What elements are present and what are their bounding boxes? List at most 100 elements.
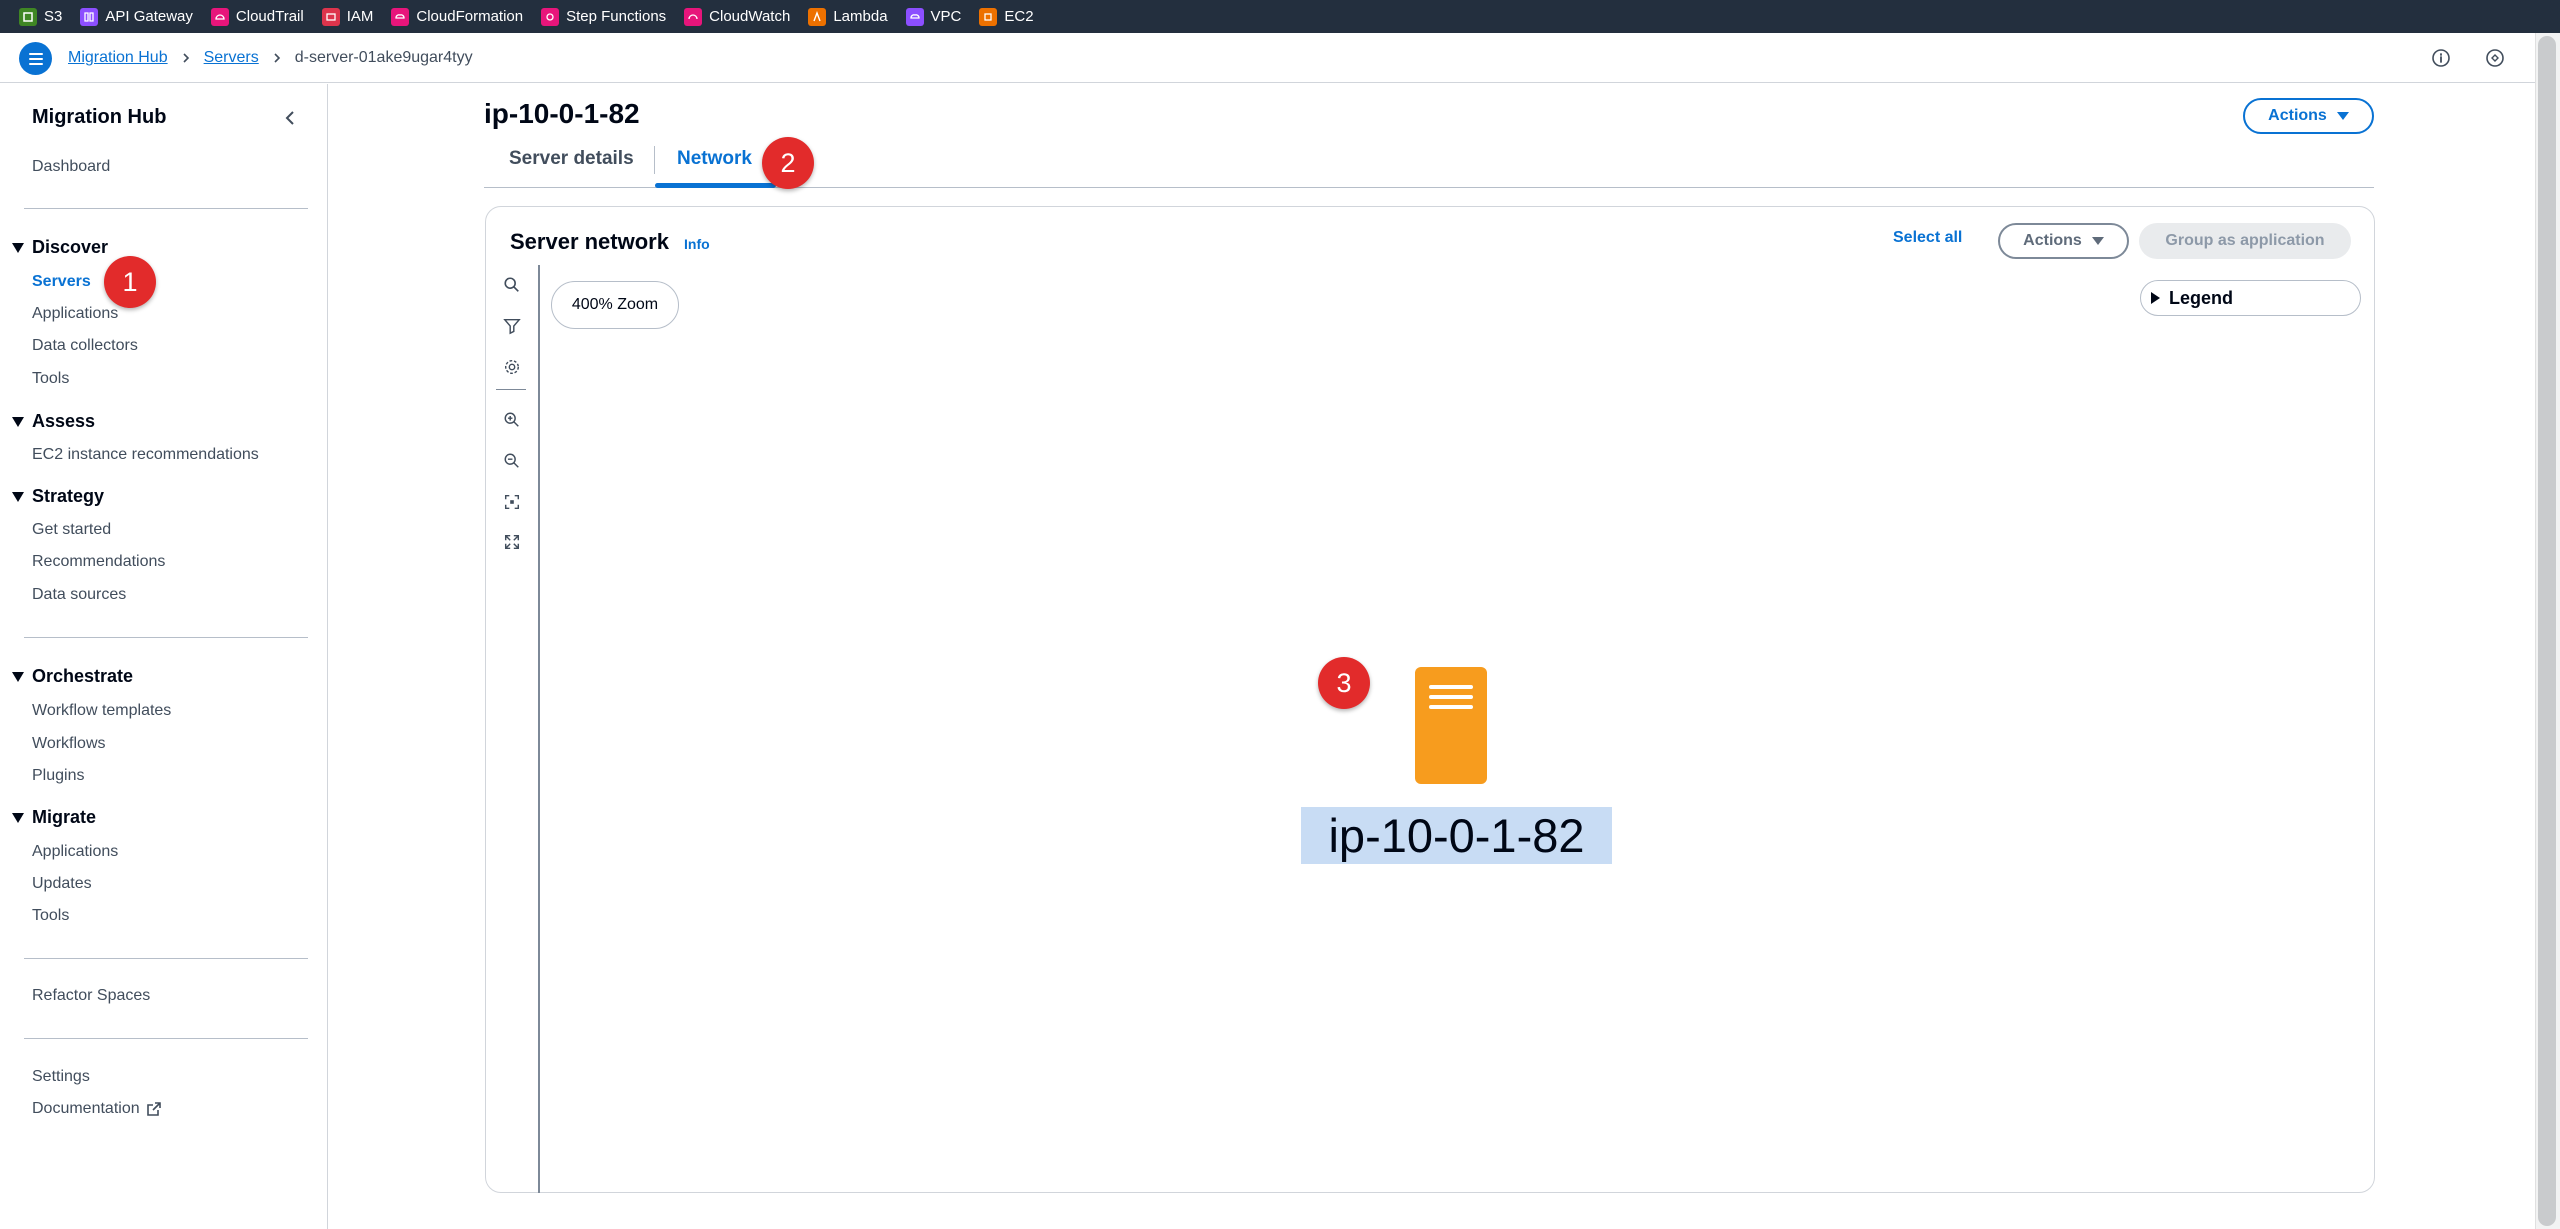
breadcrumb-migration-hub[interactable]: Migration Hub — [68, 49, 168, 67]
service-vpc[interactable]: VPC — [905, 7, 962, 26]
sidebar-item-data-collectors[interactable]: Data collectors — [32, 337, 138, 355]
server-node[interactable] — [1415, 667, 1487, 784]
sidebar-item-migrate-tools[interactable]: Tools — [32, 907, 69, 925]
vpc-icon — [905, 7, 924, 26]
zoom-out-icon[interactable] — [502, 451, 522, 471]
service-iam[interactable]: IAM — [321, 7, 374, 26]
sidebar-item-settings[interactable]: Settings — [32, 1068, 90, 1086]
section-label: Migrate — [32, 807, 97, 827]
cloudtrail-icon — [210, 7, 229, 26]
sidebar-item-workflows[interactable]: Workflows — [32, 735, 106, 753]
caret-down-icon — [12, 671, 24, 682]
info-icon[interactable] — [2430, 47, 2452, 69]
service-label: VPC — [930, 8, 962, 25]
panel-title: Server network — [510, 229, 669, 254]
expand-icon[interactable] — [502, 532, 522, 552]
sidebar-section-discover[interactable]: Discover — [12, 237, 108, 258]
caret-down-icon — [12, 242, 24, 253]
service-lambda[interactable]: Lambda — [808, 7, 888, 26]
sidebar-section-assess[interactable]: Assess — [12, 411, 95, 432]
sidebar-section-orchestrate[interactable]: Orchestrate — [12, 666, 133, 687]
service-label: Step Functions — [566, 8, 667, 25]
zoom-in-icon[interactable] — [502, 410, 522, 430]
network-actions-button[interactable]: Actions — [1998, 223, 2129, 259]
service-s3[interactable]: S3 — [19, 7, 62, 26]
service-cloudtrail[interactable]: CloudTrail — [210, 7, 304, 26]
service-step-functions[interactable]: Step Functions — [541, 7, 667, 26]
sidebar-item-updates[interactable]: Updates — [32, 875, 92, 893]
sidebar-item-tools[interactable]: Tools — [32, 370, 69, 388]
actions-dropdown-button[interactable]: Actions — [2243, 98, 2374, 134]
sidebar-item-ec2-recommendations[interactable]: EC2 instance recommendations — [32, 446, 259, 464]
tab-network[interactable]: Network — [677, 148, 752, 170]
sidebar-item-documentation[interactable]: Documentation — [32, 1100, 162, 1118]
graph-toolbar — [486, 265, 540, 1193]
sidebar-item-applications[interactable]: Applications — [32, 305, 118, 323]
actions-label: Actions — [2268, 107, 2327, 124]
service-api-gateway[interactable]: API Gateway — [80, 7, 193, 26]
sidebar-item-refactor-spaces[interactable]: Refactor Spaces — [32, 987, 150, 1005]
search-icon[interactable] — [502, 275, 522, 295]
sidebar-item-workflow-templates[interactable]: Workflow templates — [32, 702, 171, 720]
info-link[interactable]: Info — [684, 236, 710, 252]
lambda-icon — [808, 7, 827, 26]
service-label: Lambda — [833, 8, 888, 25]
documentation-label: Documentation — [32, 1100, 140, 1117]
breadcrumb-current: d-server-01ake9ugar4tyy — [294, 49, 473, 66]
sidebar-item-recommendations[interactable]: Recommendations — [32, 553, 165, 571]
sidebar-section-strategy[interactable]: Strategy — [12, 486, 104, 507]
collapse-sidebar-icon[interactable] — [282, 109, 300, 127]
service-label: API Gateway — [105, 8, 193, 25]
sidebar-item-dashboard[interactable]: Dashboard — [32, 158, 110, 176]
sidebar-divider — [24, 208, 308, 209]
settings-gear-icon[interactable] — [502, 357, 522, 377]
filter-icon[interactable] — [502, 316, 522, 336]
server-node-label[interactable]: ip-10-0-1-82 — [1301, 807, 1612, 864]
sidebar-divider — [24, 958, 308, 959]
sidebar-title[interactable]: Migration Hub — [32, 106, 166, 129]
sidebar-item-servers[interactable]: Servers — [32, 273, 91, 291]
select-all-button[interactable]: Select all — [1893, 229, 1962, 247]
sidebar-section-migrate[interactable]: Migrate — [12, 807, 96, 828]
chevron-right-icon — [180, 52, 192, 64]
iam-icon — [321, 7, 340, 26]
step-functions-icon — [541, 7, 560, 26]
service-cloudwatch[interactable]: CloudWatch — [684, 7, 790, 26]
page-scrollbar-thumb[interactable] — [2538, 36, 2556, 1226]
caret-down-icon — [12, 416, 24, 427]
server-line — [1429, 695, 1473, 699]
actions-label: Actions — [2023, 232, 2082, 249]
sidebar-item-migrate-applications[interactable]: Applications — [32, 843, 118, 861]
services-bar: S3 API Gateway CloudTrail IAM CloudForma… — [0, 0, 2560, 33]
breadcrumb-servers[interactable]: Servers — [204, 49, 259, 67]
service-label: IAM — [346, 8, 374, 25]
legend-toggle[interactable]: Legend — [2140, 280, 2361, 316]
zoom-level-indicator: 400% Zoom — [551, 281, 679, 329]
section-label: Discover — [32, 237, 109, 257]
server-network-panel: Server network Info Select all Actions G… — [485, 206, 2375, 1193]
step-badge-1: 1 — [104, 256, 156, 308]
section-label: Strategy — [32, 486, 105, 506]
service-label: CloudFormation — [416, 8, 524, 25]
service-cloudformation[interactable]: CloudFormation — [391, 7, 524, 26]
caret-down-icon — [12, 491, 24, 502]
server-icon — [1415, 667, 1487, 784]
ec2-icon — [979, 7, 998, 26]
section-label: Assess — [32, 411, 96, 431]
tab-server-details[interactable]: Server details — [509, 148, 634, 170]
cloudwatch-icon — [684, 7, 703, 26]
console-header: Migration Hub Servers d-server-01ake9uga… — [0, 33, 2535, 83]
cloudformation-icon — [391, 7, 410, 26]
caret-down-icon — [2336, 112, 2349, 120]
sidebar-item-plugins[interactable]: Plugins — [32, 767, 84, 785]
fit-to-screen-icon[interactable] — [502, 492, 522, 512]
step-badge-3: 3 — [1318, 657, 1370, 709]
sidebar-item-get-started[interactable]: Get started — [32, 521, 111, 539]
legend-label: Legend — [2169, 287, 2234, 308]
group-as-application-button[interactable]: Group as application — [2139, 223, 2351, 259]
sidebar-item-data-sources[interactable]: Data sources — [32, 586, 126, 604]
tab-separator — [654, 146, 655, 174]
hamburger-menu-button[interactable] — [19, 42, 52, 75]
service-ec2[interactable]: EC2 — [979, 7, 1034, 26]
notifications-icon[interactable] — [2484, 47, 2506, 69]
